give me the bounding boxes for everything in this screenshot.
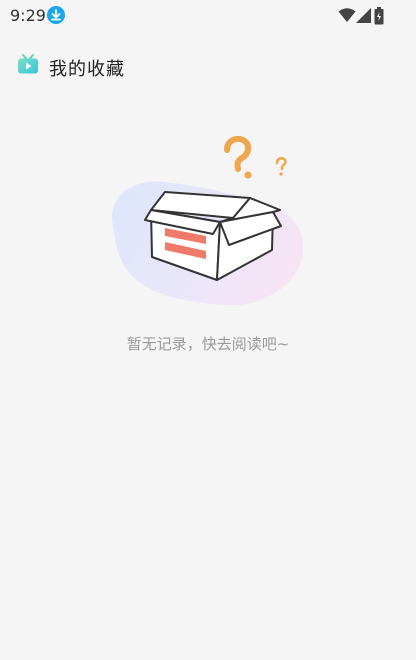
status-time: 9:29 bbox=[10, 6, 46, 25]
tv-logo-icon bbox=[18, 54, 38, 74]
status-bar: 9:29 bbox=[0, 0, 416, 32]
favorites-screen: 9:29 我的收藏 暂无记录，快去阅读吧~ bbox=[0, 0, 416, 660]
battery-icon bbox=[374, 7, 384, 25]
empty-box-question-icon bbox=[112, 135, 304, 306]
app-bar: 我的收藏 bbox=[0, 48, 416, 84]
wifi-icon bbox=[338, 8, 356, 22]
signal-icon bbox=[356, 8, 371, 23]
download-icon bbox=[47, 6, 65, 24]
page-title: 我的收藏 bbox=[49, 59, 125, 80]
empty-state-message: 暂无记录，快去阅读吧~ bbox=[126, 335, 290, 353]
